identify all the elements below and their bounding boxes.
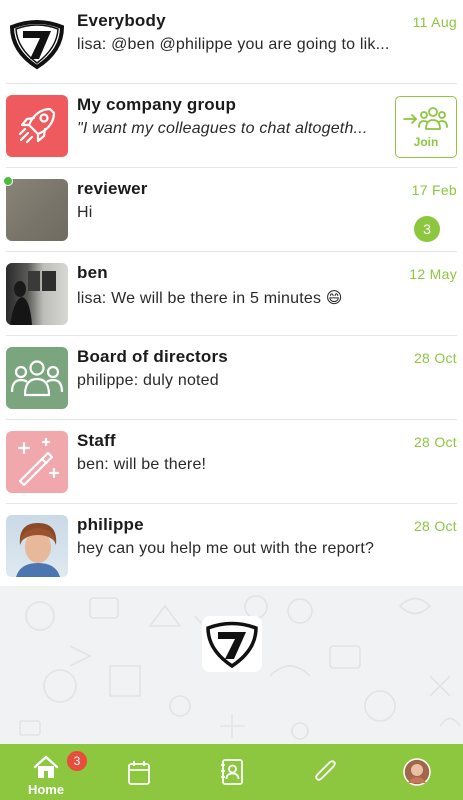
unread-count-badge: 3	[414, 216, 440, 242]
rocket-icon	[6, 95, 68, 157]
conversation-preview: Hi	[77, 204, 93, 221]
app-logo	[202, 616, 262, 672]
tab-contacts[interactable]	[186, 744, 278, 800]
contacts-icon	[221, 759, 243, 785]
conversation-preview: lisa: @ben @philippe you are going to li…	[77, 36, 390, 53]
conversation-name: reviewer	[77, 179, 148, 198]
attachment-icon	[315, 760, 336, 781]
conversation-date: 11 Aug	[412, 14, 457, 30]
bottom-tab-bar: Home	[0, 744, 463, 800]
conversation-name: ben	[77, 263, 108, 282]
conversation-board-of-directors[interactable]: Board of directors philippe: duly noted …	[0, 336, 463, 420]
conversation-preview: hey can you help me out with the report?	[77, 540, 375, 557]
online-indicator	[3, 176, 13, 186]
conversation-preview: "I want my colleagues to chat altogeth..…	[77, 120, 368, 137]
conversation-preview: lisa: We will be there in 5 minutes 😄	[77, 290, 343, 307]
reviewer-avatar	[6, 179, 68, 241]
conversation-ben[interactable]: ben lisa: We will be there in 5 minutes …	[0, 252, 463, 336]
conversation-name: Staff	[77, 431, 116, 450]
conversation-name: Board of directors	[77, 347, 228, 366]
conversation-date: 17 Feb	[411, 182, 457, 198]
philippe-avatar	[6, 515, 68, 577]
conversation-everybody[interactable]: Everybody lisa: @ben @philippe you are g…	[0, 0, 463, 84]
conversation-date: 28 Oct	[413, 434, 457, 450]
conversation-date: 12 May	[409, 266, 457, 282]
group-icon	[6, 347, 68, 409]
conversation-philippe[interactable]: philippe hey can you help me out with th…	[0, 504, 463, 588]
tab-attachments[interactable]	[279, 744, 371, 800]
conversation-list: Everybody lisa: @ben @philippe you are g…	[0, 0, 463, 586]
tab-profile[interactable]	[371, 744, 463, 800]
conversation-preview: philippe: duly noted	[77, 372, 219, 389]
tab-home-label: Home	[27, 782, 65, 797]
conversation-reviewer[interactable]: reviewer Hi 17 Feb 3	[0, 168, 463, 252]
profile-avatar	[403, 758, 431, 786]
join-button[interactable]: Join	[395, 96, 457, 158]
conversation-date: 28 Oct	[413, 350, 457, 366]
conversation-date: 28 Oct	[413, 518, 457, 534]
conversation-name: My company group	[77, 95, 237, 114]
join-label: Join	[413, 135, 439, 149]
home-icon	[33, 755, 59, 778]
home-notification-badge: 3	[67, 751, 87, 771]
conversation-name: Everybody	[77, 11, 166, 30]
magic-wand-icon	[6, 431, 68, 493]
calendar-icon	[128, 761, 150, 785]
tab-calendar[interactable]	[93, 744, 185, 800]
conversation-name: philippe	[77, 515, 144, 534]
conversation-my-company-group[interactable]: My company group "I want my colleagues t…	[0, 84, 463, 168]
join-group-icon	[403, 107, 448, 130]
conversation-preview: ben: will be there!	[77, 456, 207, 473]
ben-avatar	[6, 263, 68, 325]
conversation-staff[interactable]: Staff ben: will be there! 28 Oct	[0, 420, 463, 504]
seven-logo-icon	[6, 11, 68, 73]
